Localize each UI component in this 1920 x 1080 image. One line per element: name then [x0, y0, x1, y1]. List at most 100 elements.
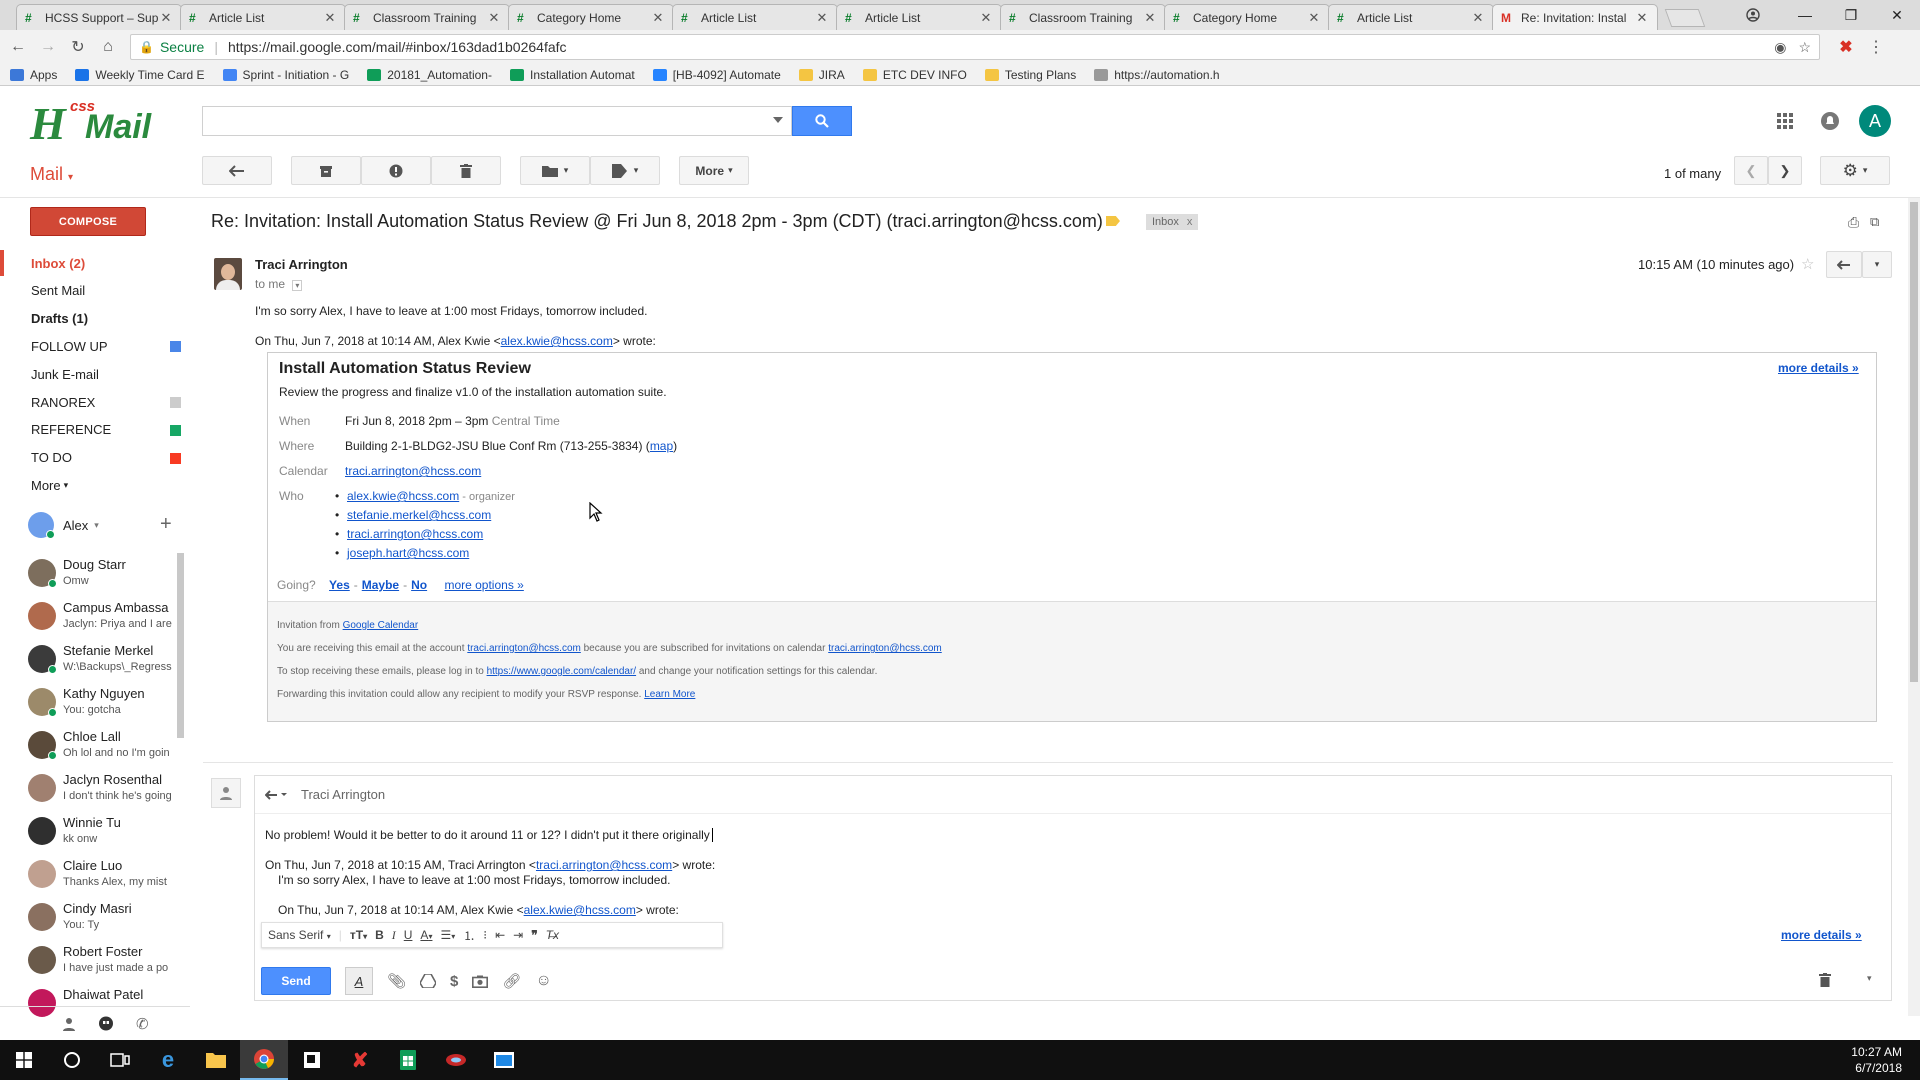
- message-more-button[interactable]: ▾: [1862, 251, 1892, 278]
- omnibox[interactable]: 🔒 Secure | https://mail.google.com/mail/…: [130, 34, 1820, 60]
- google-calendar-link[interactable]: Google Calendar: [343, 620, 419, 631]
- align-icon[interactable]: ☰▾: [440, 928, 455, 942]
- close-tab-icon[interactable]: ✕: [1307, 10, 1321, 26]
- bookmark-item[interactable]: ETC DEV INFO: [862, 68, 967, 82]
- extension-icon[interactable]: ◉: [1774, 39, 1786, 56]
- close-window-icon[interactable]: ✕: [1874, 0, 1920, 30]
- browser-tab[interactable]: # Article List ✕: [836, 4, 1002, 30]
- sidebar-item[interactable]: Sent Mail: [0, 278, 190, 304]
- rsvp-maybe-link[interactable]: Maybe: [362, 578, 399, 592]
- more-details-link[interactable]: more details »: [1778, 361, 1859, 375]
- report-spam-button[interactable]: [361, 156, 431, 185]
- contact-item[interactable]: Doug Starr Omw: [26, 553, 176, 595]
- browser-tab[interactable]: M Re: Invitation: Instal ✕: [1492, 4, 1658, 30]
- delete-button[interactable]: [431, 156, 501, 185]
- reply-q1-email-link[interactable]: traci.arrington@hcss.com: [536, 858, 672, 872]
- contact-item[interactable]: Stefanie Merkel W:\Backups\_Regress: [26, 639, 176, 681]
- new-window-icon[interactable]: ⧉: [1870, 214, 1879, 230]
- xmind-icon[interactable]: ✘: [336, 1040, 384, 1080]
- sidebar-item[interactable]: RANOREX: [0, 389, 190, 415]
- move-to-button[interactable]: ▾: [520, 156, 590, 185]
- close-tab-icon[interactable]: ✕: [651, 10, 665, 26]
- rsvp-yes-link[interactable]: Yes: [329, 578, 350, 592]
- numbered-list-icon[interactable]: ⒈: [463, 927, 475, 944]
- reply-more-details-link[interactable]: more details »: [1781, 928, 1862, 942]
- contacts-person-icon[interactable]: [62, 1017, 76, 1031]
- spreadsheet-app-icon[interactable]: [384, 1040, 432, 1080]
- quote-email-link[interactable]: alex.kwie@hcss.com: [501, 334, 613, 348]
- edge-browser-icon[interactable]: e: [144, 1040, 192, 1080]
- reply-type-dropdown[interactable]: [265, 789, 287, 800]
- browser-tab[interactable]: # Category Home ✕: [508, 4, 674, 30]
- contacts-scrollbar[interactable]: [177, 553, 184, 738]
- sidebar-item[interactable]: REFERENCE: [0, 417, 190, 443]
- contact-item[interactable]: Winnie Tu kk onw: [26, 811, 176, 853]
- insert-link-icon[interactable]: 🔗︎: [502, 972, 521, 990]
- browser-tab[interactable]: # HCSS Support – Sup ✕: [16, 4, 182, 30]
- archive-button[interactable]: [291, 156, 361, 185]
- sidebar-item[interactable]: Junk E-mail: [0, 361, 190, 387]
- browser-tab[interactable]: # Classroom Training ✕: [1000, 4, 1166, 30]
- sender-name[interactable]: Traci Arrington: [255, 257, 348, 272]
- phone-icon[interactable]: ✆: [136, 1015, 149, 1033]
- show-details-chevron-icon[interactable]: ▾: [292, 280, 303, 291]
- bookmark-item[interactable]: Testing Plans: [984, 68, 1076, 82]
- contact-item[interactable]: Robert Foster I have just made a po: [26, 940, 176, 982]
- more-actions-button[interactable]: More ▾: [679, 156, 749, 185]
- bookmark-item[interactable]: Sprint - Initiation - G: [222, 68, 349, 82]
- reply-recipient[interactable]: Traci Arrington: [301, 787, 385, 802]
- remote-desktop-icon[interactable]: [480, 1040, 528, 1080]
- text-color-icon[interactable]: A▾: [420, 928, 432, 942]
- url-text[interactable]: https://mail.google.com/mail/#inbox/163d…: [228, 39, 1762, 55]
- star-icon[interactable]: ☆: [1801, 255, 1814, 273]
- close-tab-icon[interactable]: ✕: [323, 10, 337, 26]
- attach-paperclip-icon[interactable]: 📎︎: [387, 972, 406, 990]
- indent-less-icon[interactable]: ⇤: [495, 928, 505, 942]
- labels-button[interactable]: ▾: [590, 156, 660, 185]
- hangouts-me[interactable]: Alex ▾: [28, 510, 99, 540]
- bookmark-item[interactable]: JIRA: [798, 68, 845, 82]
- contact-item[interactable]: Cindy Masri You: Ty: [26, 897, 176, 939]
- indent-more-icon[interactable]: ⇥: [513, 928, 523, 942]
- calendar-email-link[interactable]: traci.arrington@hcss.com: [345, 464, 481, 478]
- page-scrollbar[interactable]: [1908, 198, 1920, 1016]
- close-tab-icon[interactable]: ✕: [487, 10, 501, 26]
- emoji-icon[interactable]: ☺: [535, 972, 551, 990]
- formatting-options-icon[interactable]: A: [345, 967, 373, 995]
- hangouts-quote-icon[interactable]: [98, 1016, 114, 1032]
- italic-icon[interactable]: I: [392, 928, 396, 943]
- insert-photo-icon[interactable]: [472, 975, 489, 988]
- contact-item[interactable]: Chloe Lall Oh lol and no I'm goin: [26, 725, 176, 767]
- browser-tab[interactable]: # Article List ✕: [672, 4, 838, 30]
- profile-icon[interactable]: [1730, 0, 1776, 30]
- learn-more-link[interactable]: Learn More: [644, 689, 695, 700]
- back-icon[interactable]: ←: [6, 35, 30, 59]
- reply-button[interactable]: [1826, 251, 1862, 278]
- notifications-bell-icon[interactable]: [1819, 110, 1841, 132]
- bookmark-item[interactable]: Installation Automat: [509, 68, 635, 82]
- close-tab-icon[interactable]: ✕: [1471, 10, 1485, 26]
- home-icon[interactable]: ⌂: [96, 35, 120, 59]
- remove-formatting-icon[interactable]: T̶x: [546, 928, 559, 942]
- send-button[interactable]: Send: [261, 967, 331, 995]
- system-clock[interactable]: 10:27 AM 6/7/2018: [1851, 1044, 1902, 1076]
- attendee-email-link[interactable]: traci.arrington@hcss.com: [347, 527, 483, 541]
- search-input[interactable]: [202, 106, 792, 136]
- google-drive-icon[interactable]: [420, 974, 437, 988]
- close-tab-icon[interactable]: ✕: [1143, 10, 1157, 26]
- bookmark-item[interactable]: Apps: [10, 68, 57, 82]
- font-size-icon[interactable]: тT▾: [350, 928, 367, 942]
- chrome-taskbar-icon[interactable]: [240, 1040, 288, 1080]
- mail-switcher[interactable]: Mail ▾: [30, 164, 73, 185]
- browser-tab[interactable]: # Article List ✕: [1328, 4, 1494, 30]
- search-button[interactable]: [792, 106, 852, 136]
- sidebar-item[interactable]: More ▾: [0, 472, 190, 498]
- file-explorer-icon[interactable]: [192, 1040, 240, 1080]
- google-calendar-url-link[interactable]: https://www.google.com/calendar/: [487, 666, 637, 677]
- older-button[interactable]: ❯: [1768, 156, 1802, 185]
- chrome-menu-icon[interactable]: ⋮: [1864, 35, 1888, 59]
- snipping-tool-icon[interactable]: [432, 1040, 480, 1080]
- task-view-icon[interactable]: [96, 1040, 144, 1080]
- more-options-link[interactable]: more options »: [444, 578, 523, 592]
- quote-icon[interactable]: ❞: [531, 928, 537, 942]
